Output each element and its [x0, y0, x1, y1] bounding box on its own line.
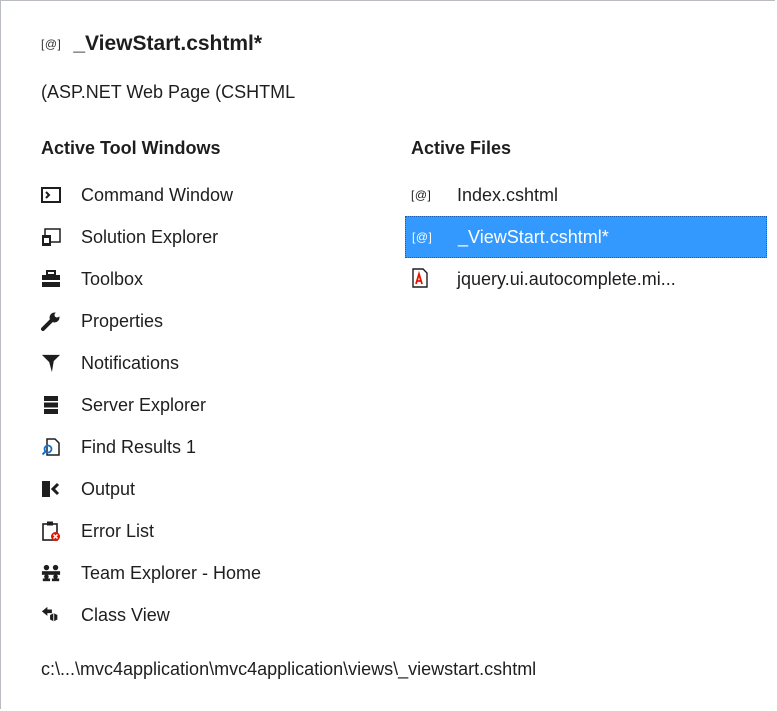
tool-window-label: Server Explorer — [81, 394, 207, 415]
tool-window-team-explorer[interactable]: Team Explorer - Home — [37, 552, 367, 594]
tool-window-label: Output — [81, 478, 136, 499]
wrench-icon — [41, 311, 61, 331]
toolbox-icon — [41, 269, 61, 289]
tool-window-command-window[interactable]: Command Window — [37, 174, 367, 216]
tool-windows-list: Command Window Solution Explorer Toolbox… — [37, 174, 367, 636]
file-path: c:\...\mvc4application\mvc4application\v… — [41, 658, 537, 679]
tool-window-label: Notifications — [81, 352, 180, 373]
tool-window-label: Team Explorer - Home — [81, 562, 262, 583]
tool-window-label: Class View — [81, 604, 170, 625]
active-files-list: [@] Index.cshtml [@] _ViewStart.cshtml* … — [405, 174, 767, 300]
tool-window-toolbox[interactable]: Toolbox — [37, 258, 367, 300]
tool-window-label: Toolbox — [81, 268, 144, 289]
active-file-label: _ViewStart.cshtml* — [458, 226, 609, 247]
tool-window-error-list[interactable]: Error List — [37, 510, 367, 552]
find-results-icon — [41, 437, 61, 457]
javascript-file-icon — [411, 267, 449, 291]
header-file-type: (ASP.NET Web Page (CSHTML — [41, 81, 296, 102]
tool-window-label: Solution Explorer — [81, 226, 219, 247]
tool-window-notifications[interactable]: Notifications — [37, 342, 367, 384]
tool-window-label: Command Window — [81, 184, 234, 205]
tool-window-server-explorer[interactable]: Server Explorer — [37, 384, 367, 426]
command-window-icon — [41, 185, 61, 205]
active-files-heading: Active Files — [411, 137, 512, 158]
active-file-index[interactable]: [@] Index.cshtml — [405, 174, 767, 216]
tool-window-properties[interactable]: Properties — [37, 300, 367, 342]
navigator-window: [@] _ViewStart.cshtml* (ASP.NET Web Page… — [0, 0, 775, 709]
tool-window-label: Find Results 1 — [81, 436, 197, 457]
tool-window-solution-explorer[interactable]: Solution Explorer — [37, 216, 367, 258]
notifications-flag-icon — [41, 353, 61, 373]
tool-windows-heading: Active Tool Windows — [41, 137, 221, 158]
class-view-icon — [41, 605, 61, 625]
tool-window-class-view[interactable]: Class View — [37, 594, 367, 636]
cshtml-file-icon: [@] — [41, 37, 62, 51]
solution-explorer-icon — [41, 227, 61, 247]
output-icon — [41, 479, 61, 499]
active-file-viewstart[interactable]: [@] _ViewStart.cshtml* — [405, 216, 767, 258]
server-icon — [41, 395, 61, 415]
active-file-label: Index.cshtml — [457, 184, 559, 205]
team-explorer-icon — [41, 563, 61, 583]
header-file-name: _ViewStart.cshtml* — [73, 32, 263, 55]
header-title: [@] _ViewStart.cshtml* — [41, 25, 262, 63]
tool-window-find-results[interactable]: Find Results 1 — [37, 426, 367, 468]
tool-window-output[interactable]: Output — [37, 468, 367, 510]
tool-window-label: Error List — [81, 520, 155, 541]
active-file-jquery-autocomplete[interactable]: jquery.ui.autocomplete.mi... — [405, 258, 767, 300]
error-list-icon — [41, 521, 61, 541]
cshtml-file-icon: [@] — [412, 230, 433, 244]
tool-window-label: Properties — [81, 310, 164, 331]
cshtml-file-icon: [@] — [411, 188, 432, 202]
active-file-label: jquery.ui.autocomplete.mi... — [457, 268, 676, 289]
